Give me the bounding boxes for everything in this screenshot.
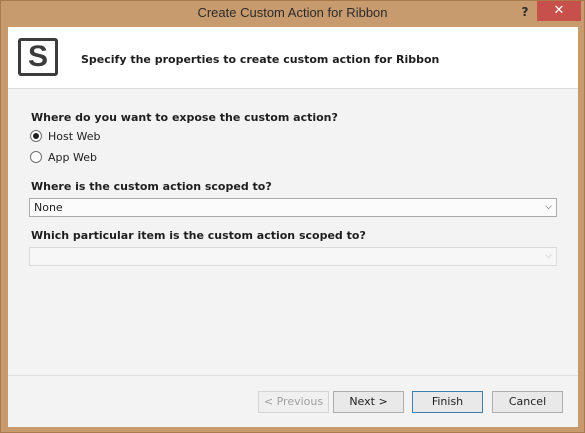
item-scope-question-label: Which particular item is the custom acti… (31, 229, 366, 242)
footer-divider (8, 375, 578, 376)
dialog-window: Create Custom Action for Ribbon ? ✕ S Sp… (0, 0, 585, 433)
dialog-client-area: S Specify the properties to create custo… (8, 27, 578, 427)
finish-button[interactable]: Finish (412, 391, 483, 413)
radio-host-web[interactable]: Host Web (30, 128, 101, 144)
radio-label: App Web (48, 150, 97, 164)
header-description: Specify the properties to create custom … (81, 53, 440, 66)
help-button[interactable]: ? (514, 3, 536, 23)
radio-button-checked[interactable] (30, 130, 42, 142)
window-title: Create Custom Action for Ribbon (197, 5, 388, 20)
cancel-button[interactable]: Cancel (492, 391, 563, 413)
chevron-down-icon: ⌵ (545, 202, 552, 212)
wizard-header: S Specify the properties to create custo… (8, 27, 578, 89)
scope-selected-value: None (34, 201, 63, 214)
chevron-down-icon: ⌵ (545, 251, 552, 261)
scope-question-label: Where is the custom action scoped to? (31, 180, 272, 193)
previous-button[interactable]: < Previous (258, 391, 329, 413)
radio-label: Host Web (48, 129, 101, 143)
next-button[interactable]: Next > (333, 391, 404, 413)
close-button[interactable]: ✕ (537, 1, 581, 21)
title-bar[interactable]: Create Custom Action for Ribbon ? ✕ (1, 1, 584, 27)
sharepoint-logo-icon: S (18, 38, 58, 76)
item-scope-dropdown[interactable]: ⌵ (29, 247, 557, 266)
scope-dropdown[interactable]: None ⌵ (29, 198, 557, 217)
radio-app-web[interactable]: App Web (30, 149, 97, 165)
radio-button[interactable] (30, 151, 42, 163)
expose-question-label: Where do you want to expose the custom a… (31, 111, 338, 124)
